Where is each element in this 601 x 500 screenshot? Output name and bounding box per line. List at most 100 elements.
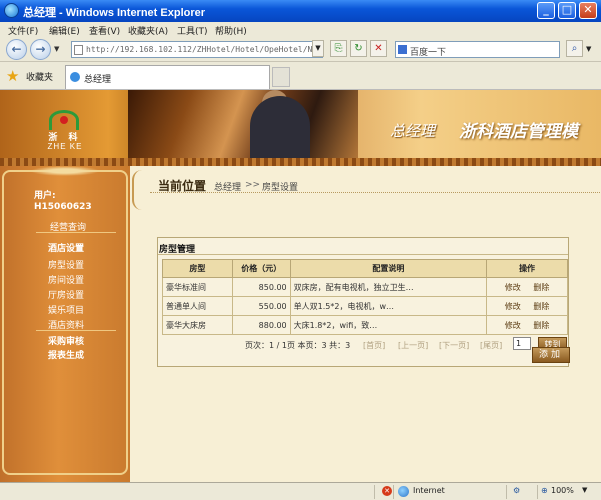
address-bar: ← → ▼ http://192.168.102.112/ZHHotel/Hot… — [0, 37, 601, 62]
protected-mode-icon[interactable]: ⚙ — [513, 486, 520, 495]
ie-tab-icon — [70, 72, 80, 82]
sidebar-ornament — [30, 166, 100, 176]
menu-favorites[interactable]: 收藏夹(A) — [128, 24, 168, 37]
error-icon[interactable]: ✕ — [382, 486, 392, 496]
price-cell: 850.00 — [231, 277, 291, 297]
status-divider — [537, 485, 538, 499]
url-input[interactable]: http://192.168.102.112/ZHHotel/Hotel/Ope… — [71, 41, 323, 58]
favorites-bar: ★ 收藏夹 总经理 — [0, 62, 601, 90]
menu-file[interactable]: 文件(F) — [8, 24, 38, 37]
banner-stripe — [0, 158, 601, 166]
ie-logo-icon — [4, 3, 19, 18]
status-divider — [393, 485, 394, 499]
delete-link[interactable]: 删除 — [533, 283, 549, 292]
minimize-button[interactable]: _ — [537, 2, 555, 19]
sidebar-item-entertainment[interactable]: 娱乐项目 — [48, 303, 84, 316]
sidebar-item-reports[interactable]: 报表生成 — [48, 348, 84, 361]
table-row: 豪华大床房 880.00 大床1.8*2，wifi，致… 修改 删除 — [162, 315, 568, 335]
column-header: 房型 — [162, 259, 233, 278]
description-cell: 大床1.8*2，wifi，致… — [289, 315, 488, 335]
banner-person — [250, 96, 310, 166]
content-area: 当前位置 总经理 >> 房型设置 房型管理 房型 价格（元） 配置说明 操作 豪… — [130, 166, 601, 482]
menu-help[interactable]: 帮助(H) — [215, 24, 247, 37]
edit-link[interactable]: 修改 — [505, 302, 521, 311]
banner-role: 总经理 — [390, 122, 436, 140]
zoom-level[interactable]: 100% — [551, 486, 574, 495]
room-type-cell: 普通单人间 — [162, 296, 233, 316]
company-logo: 浙 科 ZHE KE — [34, 108, 94, 162]
new-tab-button[interactable] — [272, 67, 290, 87]
search-input[interactable]: 百度一下 — [395, 41, 560, 58]
sidebar-item-room[interactable]: 房间设置 — [48, 273, 84, 286]
window-title: 总经理 - Windows Internet Explorer — [23, 7, 206, 19]
room-type-table: 房型 价格（元） 配置说明 操作 豪华标准间 850.00 双床房，配有电视机，… — [162, 259, 568, 335]
security-zone-label: Internet — [413, 486, 445, 495]
room-type-cell: 豪华大床房 — [162, 315, 233, 335]
add-room-type-button[interactable]: 添加 — [532, 347, 570, 363]
column-header: 配置说明 — [289, 259, 488, 278]
panel-divider — [158, 254, 568, 255]
zoom-dropdown-icon[interactable]: ▼ — [582, 486, 587, 494]
page-icon — [74, 45, 83, 55]
pager-last-link[interactable]: [尾页] — [480, 340, 502, 351]
user-id: H15060623 — [34, 202, 92, 212]
sidebar-item-hotel-settings[interactable]: 酒店设置 — [48, 241, 84, 254]
sidebar-item-purchase-review[interactable]: 采购审核 — [48, 334, 84, 347]
sidebar: 用户: H15060623 经营查询 酒店设置 房型设置 房间设置 厅房设置 娱… — [0, 166, 130, 482]
pager-next-link[interactable]: [下一页] — [439, 340, 469, 351]
breadcrumb-level1: 总经理 — [214, 183, 242, 193]
menu-bar: 文件(F) 编辑(E) 查看(V) 收藏夹(A) 工具(T) 帮助(H) — [0, 22, 601, 37]
menu-view[interactable]: 查看(V) — [89, 24, 120, 37]
tab-title: 总经理 — [84, 75, 112, 85]
internet-zone-icon — [398, 486, 409, 497]
actions-cell: 修改 删除 — [486, 277, 568, 297]
description-cell: 双床房，配有电视机，独立卫生… — [289, 277, 488, 297]
sidebar-item-hall[interactable]: 厅房设置 — [48, 288, 84, 301]
sidebar-item-room-type[interactable]: 房型设置 — [48, 258, 84, 271]
status-divider — [374, 485, 375, 499]
window-titlebar: 总经理 - Windows Internet Explorer _ □ ✕ — [0, 0, 601, 22]
favorites-label[interactable]: 收藏夹 — [26, 70, 53, 83]
room-type-panel: 房型管理 房型 价格（元） 配置说明 操作 豪华标准间 850.00 双床房，配… — [157, 237, 569, 367]
menu-tools[interactable]: 工具(T) — [177, 24, 208, 37]
close-window-button[interactable]: ✕ — [579, 2, 597, 19]
back-arrow-icon[interactable]: ← — [6, 39, 27, 60]
pager-summary: 页次：1 / 1页 本页：3 共：3 — [245, 341, 351, 350]
page-number-input[interactable]: 1 — [513, 337, 531, 350]
history-dropdown-icon[interactable]: ▼ — [54, 45, 59, 53]
content-ornament — [132, 170, 152, 210]
search-options-icon[interactable]: ▼ — [586, 45, 591, 53]
breadcrumb-separator: >> — [245, 180, 261, 190]
tab-general-manager[interactable]: 总经理 — [65, 65, 270, 89]
actions-cell: 修改 删除 — [486, 296, 568, 316]
logo-dot-icon — [60, 116, 68, 124]
edit-link[interactable]: 修改 — [505, 283, 521, 292]
logo-english: ZHE KE — [47, 142, 83, 151]
search-icon[interactable]: ⌕ — [566, 40, 583, 57]
table-header-row: 房型 价格（元） 配置说明 操作 — [162, 259, 568, 278]
edit-link[interactable]: 修改 — [505, 321, 521, 330]
status-bar: ✕ Internet ⚙ ⊕ 100% ▼ — [0, 482, 601, 500]
user-label: 用户: — [34, 191, 56, 201]
compat-view-icon[interactable]: ⎘ — [330, 40, 347, 57]
pager-prev-link[interactable]: [上一页] — [398, 340, 428, 351]
status-divider — [506, 485, 507, 499]
maximize-button[interactable]: □ — [558, 2, 576, 19]
url-dropdown-icon[interactable]: ▼ — [312, 40, 324, 57]
pager-first-link[interactable]: [首页] — [363, 340, 385, 351]
zoom-icon[interactable]: ⊕ — [541, 486, 548, 495]
sidebar-divider — [36, 330, 116, 331]
favorites-star-icon[interactable]: ★ — [6, 67, 19, 85]
delete-link[interactable]: 删除 — [533, 321, 549, 330]
user-info: 用户: H15060623 — [34, 191, 92, 213]
sidebar-divider — [36, 232, 116, 233]
menu-edit[interactable]: 编辑(E) — [49, 24, 80, 37]
stop-icon[interactable]: ✕ — [370, 40, 387, 57]
price-cell: 880.00 — [231, 315, 291, 335]
column-header: 操作 — [486, 259, 568, 278]
breadcrumb-level2: 房型设置 — [262, 183, 299, 193]
refresh-icon[interactable]: ↻ — [350, 40, 367, 57]
delete-link[interactable]: 删除 — [533, 302, 549, 311]
forward-arrow-icon[interactable]: → — [30, 39, 51, 60]
table-row: 豪华标准间 850.00 双床房，配有电视机，独立卫生… 修改 删除 — [162, 277, 568, 297]
